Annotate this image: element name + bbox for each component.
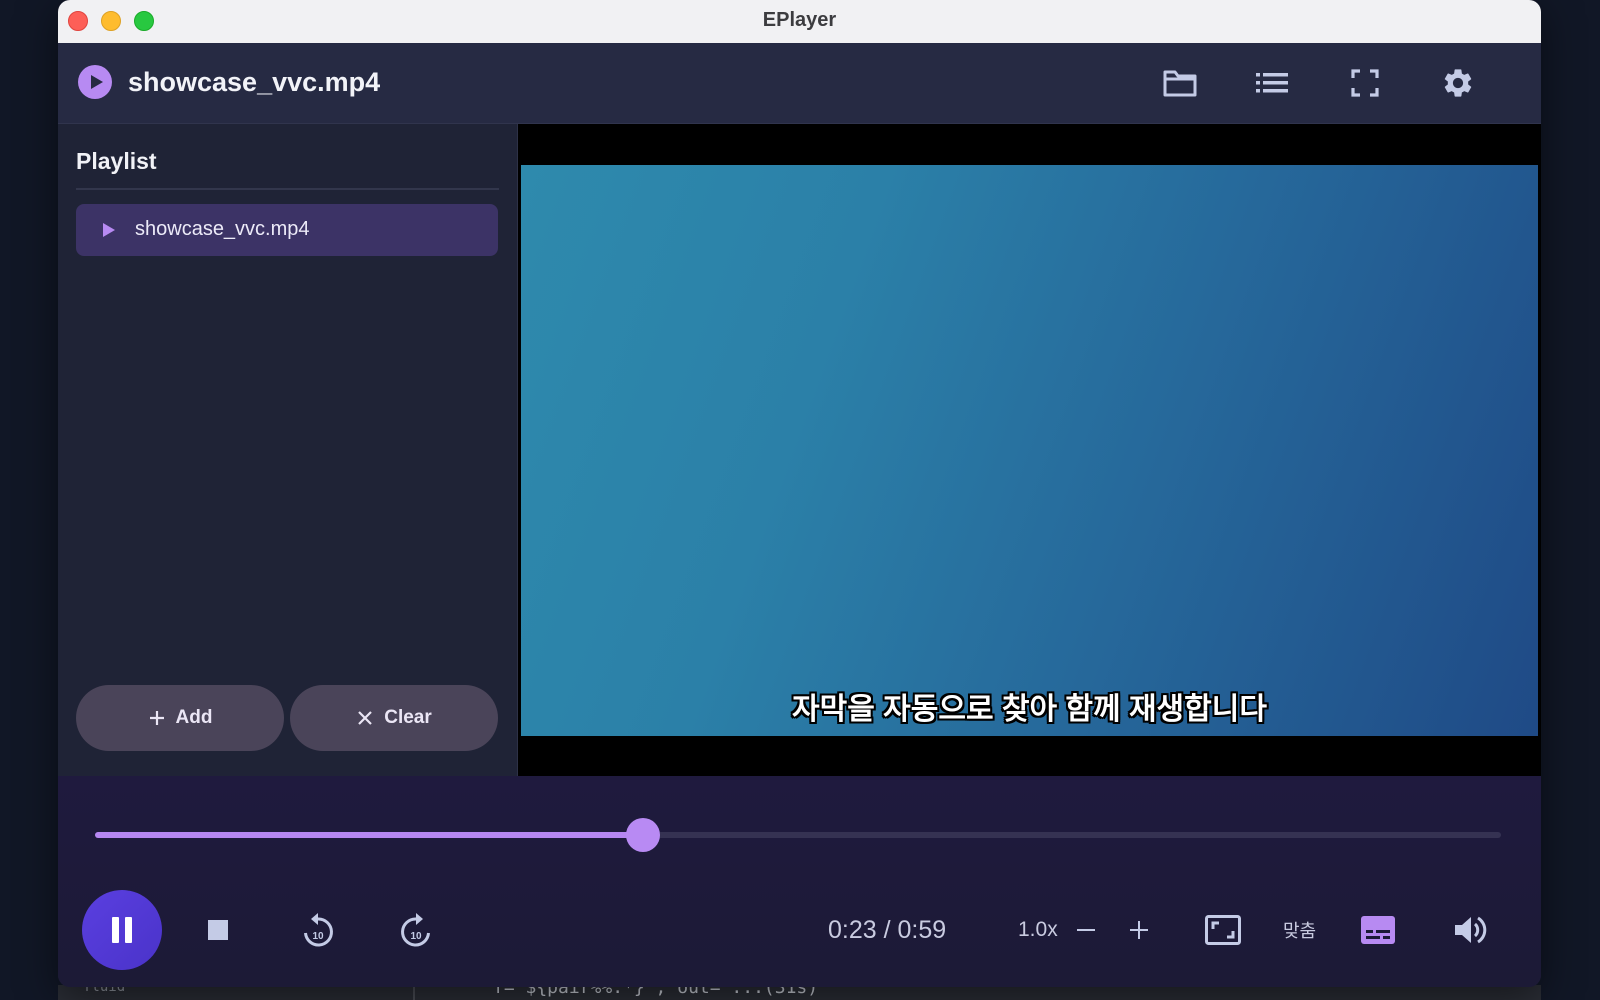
- aspect-ratio-icon: [1205, 915, 1241, 945]
- forward-10-button[interactable]: 10: [392, 906, 440, 954]
- now-playing-icon: [103, 223, 115, 237]
- add-button[interactable]: Add: [76, 685, 284, 751]
- fullscreen-button[interactable]: [1343, 63, 1387, 103]
- stop-icon: [208, 920, 228, 940]
- playback-speed: 1.0x: [1018, 918, 1058, 941]
- aspect-ratio-button[interactable]: [1201, 908, 1245, 952]
- player-window: EPlayer showcase_vvc.mp4 Playlist showca…: [58, 0, 1541, 987]
- speed-decrease-button[interactable]: [1070, 912, 1102, 948]
- app-bar: showcase_vvc.mp4: [58, 43, 1541, 124]
- minus-icon: [1077, 929, 1095, 931]
- playlist-title: Playlist: [76, 148, 157, 174]
- clear-button-label: Clear: [384, 707, 432, 728]
- pause-icon: [112, 917, 132, 943]
- stop-button[interactable]: [198, 910, 238, 950]
- fit-mode-button[interactable]: 맞춤: [1283, 917, 1316, 943]
- seek-bar[interactable]: [95, 818, 1501, 852]
- subtitles-icon: [1361, 916, 1395, 944]
- playlist-divider: [76, 188, 499, 190]
- folder-icon: [1163, 70, 1197, 97]
- plus-icon: [149, 711, 164, 725]
- subtitles-button[interactable]: [1356, 908, 1400, 952]
- video-area[interactable]: 자막을 자동으로 찾아 함께 재생합니다: [518, 124, 1541, 776]
- open-folder-button[interactable]: [1158, 63, 1202, 103]
- svg-text:10: 10: [312, 931, 324, 942]
- subtitle-text: 자막을 자동으로 찾아 함께 재생합니다: [792, 693, 1267, 726]
- background-divider: [413, 985, 415, 1000]
- background-editor: fluid f="${pair%%:*}"; out="...(31s): [58, 985, 1541, 1000]
- clear-button[interactable]: Clear: [290, 685, 498, 751]
- file-title: showcase_vvc.mp4: [128, 67, 381, 97]
- rewind-10-button[interactable]: 10: [294, 906, 342, 954]
- volume-button[interactable]: [1448, 908, 1492, 952]
- close-icon: [358, 711, 373, 725]
- control-panel: 10 10 0:23 / 0:59 1.0x 맞춤: [58, 776, 1541, 987]
- time-display: 0:23 / 0:59: [828, 916, 947, 944]
- seek-bar-thumb[interactable]: [626, 818, 661, 852]
- replay-10-icon: 10: [304, 913, 333, 947]
- playlist-item[interactable]: showcase_vvc.mp4: [76, 204, 498, 256]
- svg-text:10: 10: [410, 931, 422, 942]
- plus-icon: [1130, 921, 1148, 939]
- title-bar[interactable]: EPlayer: [58, 0, 1541, 44]
- settings-gear-icon: [1444, 69, 1472, 97]
- forward-10-icon: 10: [401, 913, 430, 947]
- settings-button[interactable]: [1436, 63, 1480, 103]
- seek-bar-progress: [95, 832, 644, 838]
- playlist-panel: Playlist showcase_vvc.mp4 Add Clear: [58, 124, 519, 776]
- list-icon: [1256, 73, 1288, 93]
- window-title: EPlayer: [762, 9, 837, 31]
- fullscreen-icon: [1351, 69, 1379, 97]
- add-button-label: Add: [175, 707, 213, 728]
- playlist-toggle-button[interactable]: [1250, 63, 1294, 103]
- volume-icon: [1455, 916, 1487, 944]
- play-circle-icon: [78, 65, 112, 99]
- speed-increase-button[interactable]: [1123, 912, 1155, 948]
- video-frame[interactable]: 자막을 자동으로 찾아 함께 재생합니다: [521, 165, 1538, 736]
- pause-button[interactable]: [82, 890, 162, 970]
- playlist-item-label: showcase_vvc.mp4: [135, 218, 310, 240]
